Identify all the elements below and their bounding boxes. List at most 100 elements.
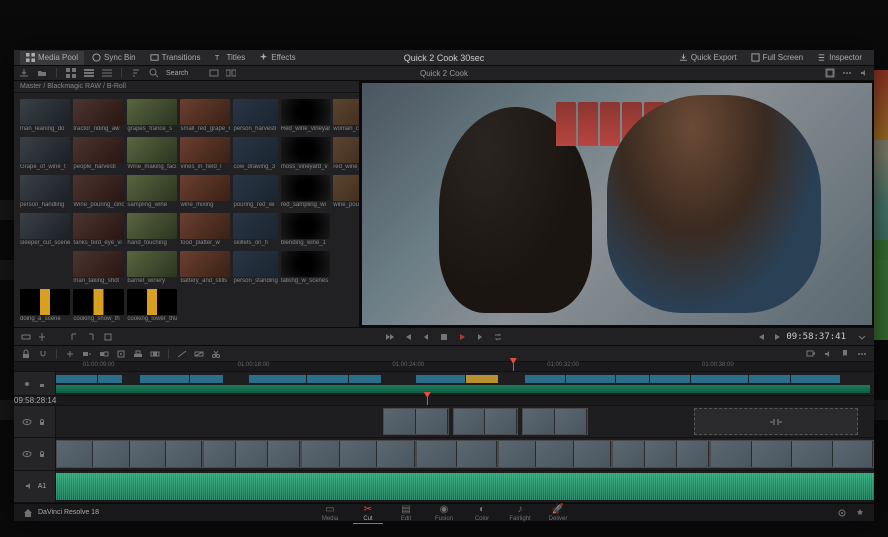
import-media-button[interactable]: [18, 67, 30, 79]
page-fairlight[interactable]: ♪ Fairlight: [502, 503, 538, 523]
media-clip[interactable]: red_wine_being_p: [333, 137, 359, 172]
tab-transitions[interactable]: Transitions: [144, 51, 207, 65]
safe-area-toggle[interactable]: [824, 67, 836, 79]
video-only-toggle[interactable]: [805, 348, 817, 360]
media-clip[interactable]: talking_w_scenes: [281, 251, 330, 286]
preferences-button[interactable]: [854, 507, 866, 519]
overview-audio-track[interactable]: [56, 385, 870, 393]
view-thumbnail-button[interactable]: [65, 67, 77, 79]
media-clip[interactable]: blending_wine_1: [281, 213, 330, 248]
audio-clip[interactable]: [56, 473, 874, 500]
media-clip[interactable]: moss_vineyard_v: [281, 137, 330, 172]
prev-edit-button[interactable]: [755, 331, 767, 343]
timeline-overview[interactable]: [14, 372, 874, 396]
overview-clip[interactable]: [749, 375, 790, 383]
loop-button[interactable]: [492, 331, 504, 343]
timeline-ruler-lower[interactable]: 09:58:28:1409:58:37:1209:58:42:14: [14, 396, 874, 406]
track-content[interactable]: [56, 471, 874, 502]
inspector-button[interactable]: Inspector: [811, 51, 868, 65]
split-clip-button[interactable]: [36, 331, 48, 343]
video-clip[interactable]: [710, 440, 874, 467]
next-edit-button[interactable]: [772, 331, 784, 343]
media-clip[interactable]: doing_a_scene: [20, 289, 70, 324]
in-point-button[interactable]: [68, 331, 80, 343]
media-clip[interactable]: cow_drawing_3: [233, 137, 277, 172]
media-clip[interactable]: [281, 289, 330, 324]
track-lock-toggle[interactable]: [36, 416, 48, 428]
overview-clip[interactable]: [98, 375, 122, 383]
timeline-ruler-upper[interactable]: 01:00:09:0001:00:18:0001:00:24:0001:00:3…: [14, 362, 874, 372]
cut-tool[interactable]: [210, 348, 222, 360]
media-clip[interactable]: Wine_pouring_cinc: [73, 175, 124, 210]
transition-tool[interactable]: [176, 348, 188, 360]
tab-titles[interactable]: T Titles: [208, 51, 251, 65]
page-deliver[interactable]: 🚀 Deliver: [540, 503, 576, 523]
track-content[interactable]: [56, 406, 874, 437]
media-clip[interactable]: barnet_winery: [127, 251, 177, 286]
viewer-canvas[interactable]: [362, 83, 872, 325]
close-up-button[interactable]: [115, 348, 127, 360]
media-clip[interactable]: battery_and_stills: [180, 251, 230, 286]
audio-only-toggle[interactable]: [822, 348, 834, 360]
track-visible-toggle[interactable]: [21, 448, 33, 460]
media-clip[interactable]: sampling_wine: [127, 175, 177, 210]
overview-clip[interactable]: [140, 375, 189, 383]
playhead-upper[interactable]: [513, 362, 514, 371]
track-lock-toggle[interactable]: [36, 448, 48, 460]
tab-effects[interactable]: Effects: [253, 51, 301, 65]
media-clip[interactable]: food_platter_w: [180, 213, 230, 248]
overview-clip[interactable]: [56, 375, 97, 383]
quick-export-button[interactable]: Quick Export: [673, 51, 743, 65]
snap-toggle[interactable]: [37, 348, 49, 360]
marker-button[interactable]: [839, 348, 851, 360]
dissolve-tool[interactable]: [193, 348, 205, 360]
sort-button[interactable]: [130, 67, 142, 79]
mark-clip-button[interactable]: [102, 331, 114, 343]
video-clip[interactable]: [453, 408, 518, 435]
video-clip[interactable]: [612, 440, 710, 467]
project-settings-button[interactable]: [836, 507, 848, 519]
search-button[interactable]: [148, 67, 160, 79]
audio-toggle[interactable]: [858, 67, 870, 79]
full-screen-button[interactable]: Full Screen: [745, 51, 809, 65]
overview-clip[interactable]: [190, 375, 223, 383]
media-clip[interactable]: tractor_riding_aw: [73, 99, 124, 134]
transition-placeholder[interactable]: [694, 408, 858, 435]
playhead-lower[interactable]: [427, 396, 428, 405]
track-mute-toggle[interactable]: [23, 480, 35, 492]
stop-button[interactable]: [438, 331, 450, 343]
media-clip[interactable]: skillets_on_fi: [233, 213, 277, 248]
overview-clip[interactable]: [791, 375, 840, 383]
media-clip[interactable]: [180, 289, 230, 324]
overview-clip[interactable]: [249, 375, 306, 383]
overview-clip[interactable]: [650, 375, 691, 383]
import-folder-button[interactable]: [36, 67, 48, 79]
next-frame-button[interactable]: [474, 331, 486, 343]
place-on-top-button[interactable]: [132, 348, 144, 360]
overview-clip[interactable]: [416, 375, 465, 383]
media-clip[interactable]: grapes_france_s: [127, 99, 177, 134]
video-clip[interactable]: [498, 440, 613, 467]
media-clip[interactable]: sleeper_cut_scene: [20, 213, 70, 248]
overview-clip[interactable]: [525, 375, 566, 383]
video-clip[interactable]: [383, 408, 448, 435]
video-clip[interactable]: [416, 440, 498, 467]
smart-insert-button[interactable]: [64, 348, 76, 360]
resolution-toggle[interactable]: [208, 67, 220, 79]
track-content[interactable]: [56, 438, 874, 469]
boring-detector-button[interactable]: [20, 331, 32, 343]
overview-clip[interactable]: [616, 375, 649, 383]
media-clip[interactable]: Grape_of_wine_t: [20, 137, 70, 172]
view-list-button[interactable]: [101, 67, 113, 79]
prev-frame-button[interactable]: [420, 331, 432, 343]
track-visible-toggle[interactable]: [21, 416, 33, 428]
timecode-display[interactable]: 09:58:37:41: [786, 332, 846, 342]
media-clip[interactable]: person_standing: [233, 251, 277, 286]
media-clip[interactable]: man_taking_shot: [73, 251, 124, 286]
overview-clip[interactable]: [307, 375, 348, 383]
media-clip[interactable]: pouring_red_wi: [233, 175, 277, 210]
page-cut[interactable]: ✂ Cut: [350, 503, 386, 523]
video-clip[interactable]: [203, 440, 301, 467]
media-clip[interactable]: [20, 251, 70, 286]
media-clip[interactable]: [333, 251, 359, 286]
